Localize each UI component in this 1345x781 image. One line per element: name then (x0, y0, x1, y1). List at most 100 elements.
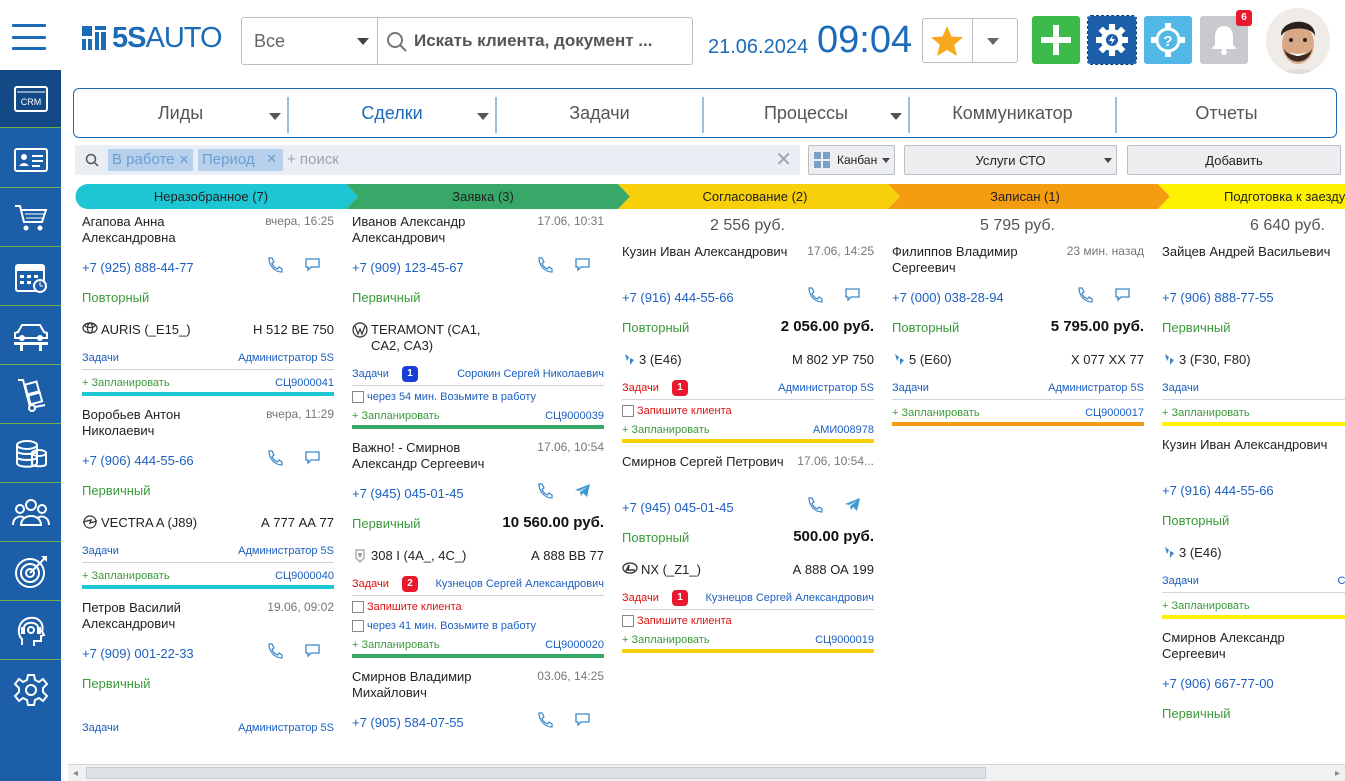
client-name[interactable]: Смирнов Сергей Петрович (622, 454, 792, 470)
responsible-user[interactable]: Администратор 5S (778, 382, 874, 394)
deal-number[interactable]: СЦ9000020 (545, 639, 604, 651)
chat-icon[interactable] (844, 286, 860, 302)
client-phone[interactable]: +7 (916) 444-55-66 (622, 290, 734, 305)
checkbox[interactable] (352, 391, 364, 403)
client-phone[interactable]: +7 (909) 123-45-67 (352, 260, 464, 275)
task-checkbox[interactable]: Запишите клиента (352, 601, 462, 613)
horizontal-scrollbar[interactable]: ◂ ▸ (68, 764, 1345, 781)
sidebar-item-support[interactable] (0, 602, 61, 660)
telegram-icon[interactable] (574, 482, 590, 498)
checkbox[interactable] (622, 405, 634, 417)
scroll-right-icon[interactable]: ▸ (1335, 768, 1340, 779)
plan-task-link[interactable]: + Запланировать (352, 639, 440, 651)
tab-communicator[interactable]: Коммуникатор (910, 89, 1115, 137)
scroll-left-icon[interactable]: ◂ (73, 768, 78, 779)
plan-task-link[interactable]: + Запланировать (82, 570, 170, 582)
deal-number[interactable]: СЦ9000017 (1085, 407, 1144, 419)
chat-icon[interactable] (574, 711, 590, 727)
add-deal-button[interactable]: Добавить (1127, 145, 1341, 175)
plan-task-link[interactable]: + Запланировать (892, 407, 980, 419)
scrollbar-thumb[interactable] (86, 767, 986, 779)
phone-icon[interactable] (806, 496, 823, 513)
tasks-link[interactable]: Задачи (622, 592, 659, 604)
client-phone[interactable]: +7 (916) 444-55-66 (1162, 483, 1274, 498)
tasks-link[interactable]: Задачи (1162, 575, 1199, 587)
filter-bar[interactable]: В работе ✕ Период ✕ + поиск ✕ (75, 145, 800, 175)
client-phone[interactable]: +7 (909) 001-22-33 (82, 646, 194, 661)
tasks-link[interactable]: Задачи (82, 352, 119, 364)
deal-number[interactable]: СЦ9000019 (815, 634, 874, 646)
favorites-button[interactable] (922, 18, 1018, 63)
task-checkbox[interactable]: через 41 мин. Возьмите в работу (352, 620, 536, 632)
search-scope-select[interactable]: Все (242, 18, 378, 64)
phone-icon[interactable] (266, 449, 283, 466)
client-phone[interactable]: +7 (945) 045-01-45 (622, 500, 734, 515)
responsible-user[interactable]: Администратор 5S (238, 545, 334, 557)
plan-task-link[interactable]: + Запланировать (622, 634, 710, 646)
checkbox[interactable] (352, 620, 364, 632)
sidebar-item-marketing[interactable] (0, 543, 61, 601)
search-input[interactable] (414, 30, 684, 52)
tasks-link[interactable]: Задачи (1162, 382, 1199, 394)
client-phone[interactable]: +7 (905) 584-07-55 (352, 715, 464, 730)
help-button[interactable]: ? (1144, 16, 1192, 64)
phone-icon[interactable] (806, 286, 823, 303)
tab-deals[interactable]: Сделки (289, 89, 495, 137)
responsible-user[interactable]: Сорокин Сергей Николаевич (457, 368, 604, 380)
phone-icon[interactable] (1076, 286, 1093, 303)
task-checkbox[interactable]: Запишите клиента (622, 615, 732, 627)
client-phone[interactable]: +7 (925) 888-44-77 (82, 260, 194, 275)
tab-processes[interactable]: Процессы (704, 89, 908, 137)
phone-icon[interactable] (266, 256, 283, 273)
telegram-icon[interactable] (844, 496, 860, 512)
close-icon[interactable]: ✕ (266, 151, 277, 167)
tasks-link[interactable]: Задачи (82, 545, 119, 557)
add-button[interactable] (1032, 16, 1080, 64)
responsible-user[interactable]: Администратор 5S (1048, 382, 1144, 394)
tab-reports[interactable]: Отчеты (1117, 89, 1336, 137)
deal-number[interactable]: СЦ9000040 (275, 570, 334, 582)
responsible-user[interactable]: Администратор 5S (238, 352, 334, 364)
client-name[interactable]: Иванов Александр Александрович (352, 214, 522, 246)
chat-icon[interactable] (1114, 286, 1130, 302)
chat-icon[interactable] (574, 256, 590, 272)
responsible-user[interactable]: Сорокин Серге (1338, 575, 1345, 587)
tasks-link[interactable]: Задачи (352, 578, 389, 590)
sidebar-item-calendar[interactable] (0, 248, 61, 306)
sidebar-item-staff[interactable] (0, 484, 61, 542)
client-name[interactable]: Филиппов Владимир Сергеевич (892, 244, 1062, 276)
checkbox[interactable] (622, 615, 634, 627)
responsible-user[interactable]: Кузнецов Сергей Александрович (436, 578, 604, 590)
menu-icon[interactable] (12, 24, 46, 50)
client-name[interactable]: Кузин Иван Александрович (1162, 437, 1332, 453)
close-icon[interactable]: ✕ (179, 152, 190, 167)
chat-icon[interactable] (304, 642, 320, 658)
view-mode-select[interactable]: Канбан (808, 145, 895, 175)
plan-task-link[interactable]: + Запланировать (1162, 407, 1250, 419)
client-name[interactable]: Воробьев Антон Николаевич (82, 407, 252, 439)
chevron-down-icon[interactable] (477, 113, 489, 120)
avatar[interactable] (1266, 8, 1330, 74)
chevron-down-icon[interactable] (269, 113, 281, 120)
client-name[interactable]: Смирнов Владимир Михайлович (352, 669, 522, 701)
phone-icon[interactable] (536, 482, 553, 499)
tasks-link[interactable]: Задачи (622, 382, 659, 394)
client-name[interactable]: Смирнов Александр Сергеевич (1162, 630, 1332, 662)
client-name[interactable]: Агапова Анна Александровна (82, 214, 252, 246)
chat-icon[interactable] (304, 449, 320, 465)
tasks-link[interactable]: Задачи (82, 722, 119, 734)
service-type-select[interactable]: Услуги СТО (904, 145, 1117, 175)
tab-leads[interactable]: Лиды (74, 89, 287, 137)
checkbox[interactable] (352, 601, 364, 613)
sidebar-item-service[interactable] (0, 307, 61, 365)
responsible-user[interactable]: Кузнецов Сергей Александрович (706, 592, 874, 604)
tasks-link[interactable]: Задачи (892, 382, 929, 394)
deal-number[interactable]: АМИ008978 (813, 424, 874, 436)
client-phone[interactable]: +7 (906) 444-55-66 (82, 453, 194, 468)
phone-icon[interactable] (536, 256, 553, 273)
logo[interactable]: 5SAUTO (82, 22, 223, 54)
responsible-user[interactable]: Администратор 5S (238, 722, 334, 734)
deal-number[interactable]: СЦ9000041 (275, 377, 334, 389)
phone-icon[interactable] (536, 711, 553, 728)
plan-task-link[interactable]: + Запланировать (352, 410, 440, 422)
